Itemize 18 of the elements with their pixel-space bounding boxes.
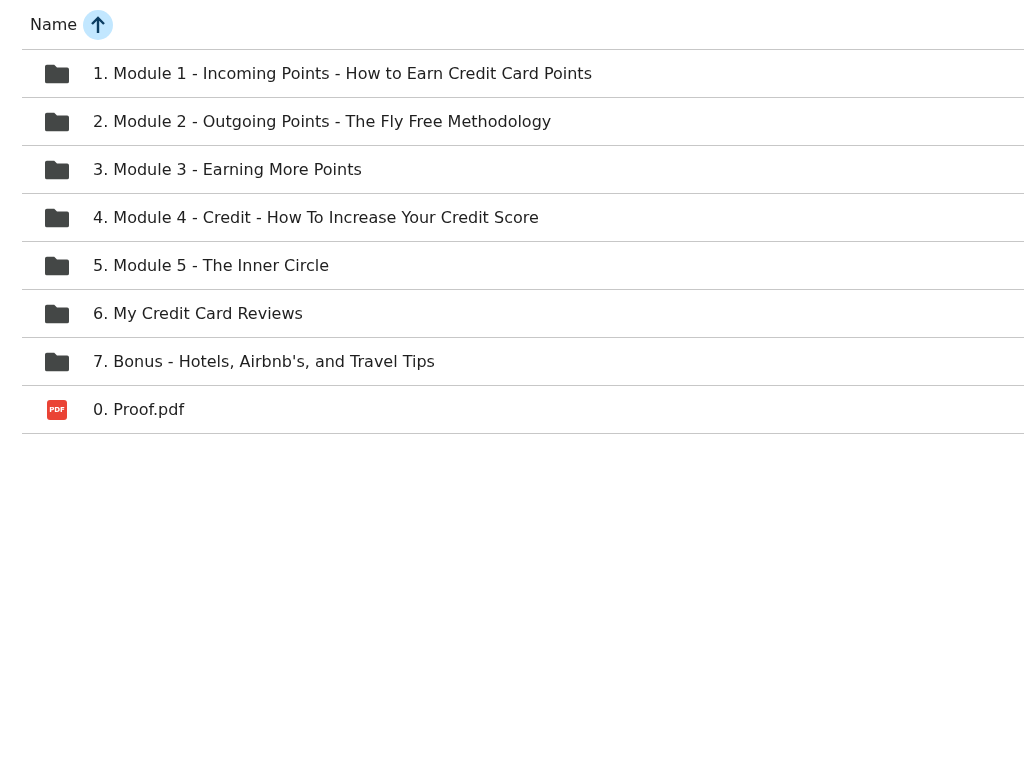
folder-icon <box>45 351 69 372</box>
folder-icon <box>45 63 69 84</box>
arrow-up-icon <box>90 15 107 34</box>
folder-icon <box>45 159 69 180</box>
file-name[interactable]: 4. Module 4 - Credit - How To Increase Your Credit Score <box>93 208 539 227</box>
file-name[interactable]: 7. Bonus - Hotels, Airbnb's, and Travel Tips <box>93 352 435 371</box>
file-name[interactable]: 3. Module 3 - Earning More Points <box>93 160 362 179</box>
file-name[interactable]: 1. Module 1 - Incoming Points - How to Earn Credit Card Points <box>93 64 592 83</box>
file-name[interactable]: 0. Proof.pdf <box>93 400 185 419</box>
column-header[interactable]: Name <box>30 15 78 34</box>
file-name[interactable]: 6. My Credit Card Reviews <box>93 304 303 323</box>
folder-icon <box>45 111 69 132</box>
folder-icon <box>45 303 69 324</box>
sort-ascending-button[interactable] <box>83 9 114 40</box>
file-name[interactable]: 5. Module 5 - The Inner Circle <box>93 256 330 275</box>
folder-icon <box>45 255 69 276</box>
folder-icon <box>45 207 69 228</box>
file-name[interactable]: 2. Module 2 - Outgoing Points - The Fly Free Methodology <box>93 112 552 131</box>
